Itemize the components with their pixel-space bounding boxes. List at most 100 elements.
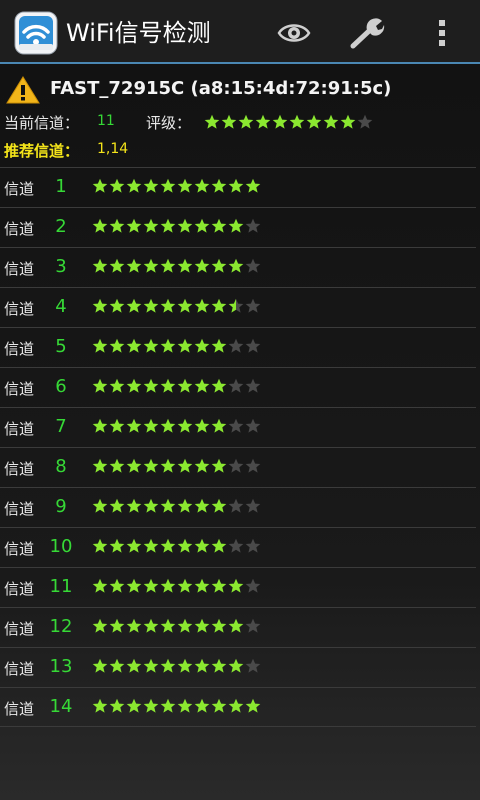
eye-button[interactable] [272,14,316,52]
star-filled-icon [143,418,160,434]
star-empty-icon [228,538,245,554]
star-filled-icon [109,698,126,714]
channel-number: 12 [49,616,73,637]
channel-number: 5 [55,336,67,357]
star-filled-icon [211,418,228,434]
star-filled-icon [143,538,160,554]
settings-button[interactable] [346,14,390,52]
wifi-app-icon[interactable] [14,11,58,55]
star-filled-icon [194,578,211,594]
star-filled-icon [211,298,228,314]
star-filled-icon [160,698,177,714]
star-filled-icon [92,498,109,514]
star-filled-icon [228,218,245,234]
channel-rating-stars [92,498,262,514]
star-filled-icon [143,218,160,234]
star-filled-icon [221,114,238,130]
channel-row[interactable]: 信道 13 [0,647,476,687]
star-filled-icon [160,258,177,274]
star-filled-icon [92,258,109,274]
channel-row[interactable]: 信道 7 [0,407,476,447]
channel-number: 1 [55,176,67,197]
star-filled-icon [126,298,143,314]
star-empty-icon [245,458,262,474]
channel-number: 9 [55,496,67,517]
star-filled-icon [109,298,126,314]
star-filled-icon [143,178,160,194]
star-filled-icon [228,298,245,314]
channel-rating-stars [92,218,262,234]
channel-number: 8 [55,456,67,477]
channel-list: 信道 1 信道 2 信道 3 信道 4 信道 5 信道 6 信道 7 信道 8 信道 9 信道 10 信道 11 信道 12 信… [0,167,480,727]
star-filled-icon [228,658,245,674]
star-filled-icon [177,458,194,474]
channel-label: 信道 [4,700,35,718]
channel-row[interactable]: 信道 12 [0,607,476,647]
channel-label: 信道 [4,340,35,358]
channel-label: 信道 [4,300,35,318]
star-filled-icon [194,538,211,554]
channel-row[interactable]: 信道 4 [0,287,476,327]
star-filled-icon [92,298,109,314]
star-filled-icon [160,538,177,554]
star-filled-icon [194,338,211,354]
star-filled-icon [194,378,211,394]
star-filled-icon [211,538,228,554]
channel-row[interactable]: 信道 8 [0,447,476,487]
star-filled-icon [194,658,211,674]
star-empty-icon [245,618,262,634]
star-filled-icon [109,578,126,594]
star-filled-icon [92,378,109,394]
star-filled-icon [126,658,143,674]
star-empty-icon [245,218,262,234]
star-filled-icon [92,178,109,194]
current-channel-row: 当前信道： 11 评级： [4,112,474,134]
network-info: FAST_72915C (a8:15:4d:72:91:5c) [6,72,476,104]
star-filled-icon [211,258,228,274]
star-filled-icon [92,418,109,434]
channel-rating-stars [92,258,262,274]
star-filled-icon [272,114,289,130]
channel-row[interactable]: 信道 3 [0,247,476,287]
rating-label: 评级： [146,114,192,132]
overflow-menu-icon [439,20,445,46]
star-filled-icon [211,618,228,634]
star-filled-icon [160,578,177,594]
channel-row[interactable]: 信道 5 [0,327,476,367]
star-filled-icon [109,538,126,554]
star-filled-icon [194,258,211,274]
star-filled-icon [126,538,143,554]
star-filled-icon [92,538,109,554]
channel-row[interactable]: 信道 1 [0,167,476,207]
channel-rating-stars [92,538,262,554]
star-filled-icon [177,658,194,674]
channel-row[interactable]: 信道 2 [0,207,476,247]
channel-number: 2 [55,216,67,237]
star-filled-icon [211,458,228,474]
overflow-menu-button[interactable] [420,14,464,52]
channel-row[interactable]: 信道 11 [0,567,476,607]
channel-label: 信道 [4,220,35,238]
star-filled-icon [160,378,177,394]
channel-row[interactable]: 信道 6 [0,367,476,407]
star-empty-icon [245,658,262,674]
star-filled-icon [126,338,143,354]
current-channel-value: 11 [97,113,115,129]
star-filled-icon [160,658,177,674]
channel-row[interactable]: 信道 10 [0,527,476,567]
channel-rating-stars [92,578,262,594]
channel-row[interactable]: 信道 14 [0,687,476,727]
content-area: FAST_72915C (a8:15:4d:72:91:5c) 当前信道： 11… [0,64,480,800]
star-empty-icon [357,114,374,130]
channel-label: 信道 [4,500,35,518]
channel-label: 信道 [4,660,35,678]
recommended-channel-label: 推荐信道： [4,142,80,160]
star-filled-icon [109,498,126,514]
channel-row[interactable]: 信道 9 [0,487,476,527]
eye-icon [277,24,311,42]
star-filled-icon [228,698,245,714]
star-empty-icon [228,338,245,354]
channel-rating-stars [92,658,262,674]
network-ssid: FAST_72915C (a8:15:4d:72:91:5c) [50,78,392,99]
channel-rating-stars [92,378,262,394]
